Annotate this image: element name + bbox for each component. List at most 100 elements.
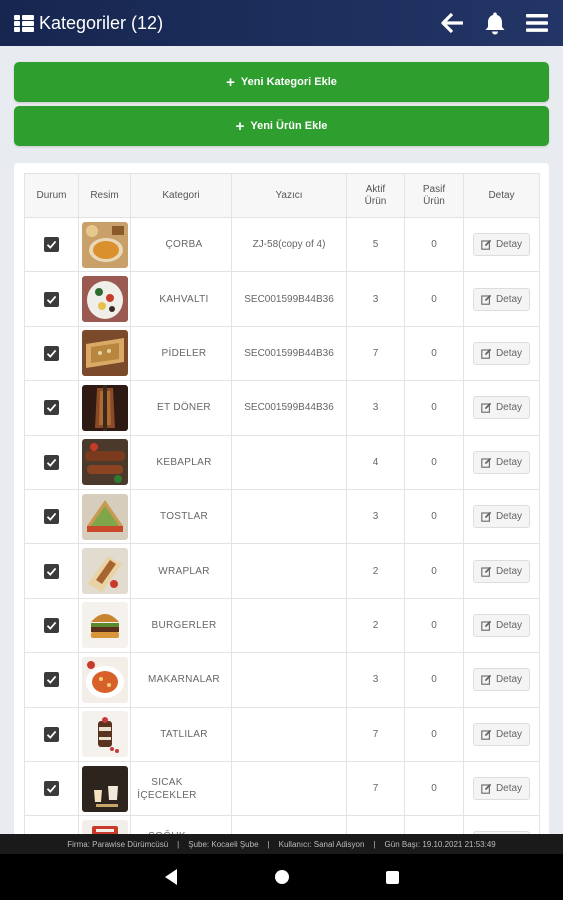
- active-count: 3: [346, 652, 405, 708]
- status-separator: |: [267, 839, 270, 849]
- edit-icon: [481, 294, 492, 305]
- checkmark-icon: [46, 349, 57, 358]
- category-name-label: BURGERLER: [151, 619, 217, 631]
- detail-cell: Detay: [463, 706, 540, 762]
- detail-button-label: Detay: [495, 511, 523, 523]
- status-firma: Firma: Parawise Dürümcüsü: [67, 839, 169, 849]
- new-category-button[interactable]: + Yeni Kategori Ekle: [14, 62, 549, 102]
- nav-home-button[interactable]: [274, 869, 290, 885]
- detail-cell: Detay: [463, 597, 540, 654]
- detail-cell: Detay: [463, 216, 540, 273]
- category-name-label: SICAK İÇECEKLER: [137, 776, 197, 801]
- category-name: PİDELER: [130, 325, 232, 382]
- plus-icon: +: [235, 117, 245, 135]
- status-checkbox[interactable]: [44, 509, 59, 525]
- active-count: 7: [346, 325, 405, 382]
- checkmark-icon: [46, 404, 57, 413]
- category-name: SICAK İÇECEKLER: [130, 760, 232, 817]
- status-checkbox[interactable]: [44, 237, 59, 253]
- status-checkbox[interactable]: [44, 345, 59, 361]
- detail-button[interactable]: Detay: [472, 450, 531, 474]
- detail-button[interactable]: Detay: [472, 668, 531, 692]
- table-row: MAKARNALAR 3 0 Detay: [24, 652, 540, 708]
- active-count: 7: [346, 706, 405, 762]
- dessert-thumbnail: [81, 711, 128, 758]
- column-header[interactable]: Pasif Ürün: [404, 173, 464, 218]
- square-recents-icon: [386, 870, 399, 884]
- column-header[interactable]: Aktif Ürün: [346, 173, 405, 218]
- nav-back-button[interactable]: [163, 868, 179, 886]
- detail-button[interactable]: Detay: [472, 396, 531, 420]
- detail-button-label: Detay: [495, 239, 523, 251]
- status-cell: [24, 216, 79, 273]
- status-checkbox[interactable]: [44, 563, 59, 579]
- edit-icon: [481, 348, 492, 359]
- status-checkbox[interactable]: [44, 726, 59, 742]
- column-header-label: Pasif Ürün: [422, 183, 446, 207]
- image-cell: [78, 488, 131, 545]
- detail-cell: Detay: [463, 652, 540, 708]
- detail-button[interactable]: Detay: [472, 287, 531, 311]
- menu-button[interactable]: [525, 11, 549, 35]
- column-header[interactable]: Kategori: [130, 173, 232, 218]
- category-image: [81, 221, 128, 268]
- printer-cell: ZJ-58(copy of 4): [231, 216, 347, 273]
- hotdrink-thumbnail: [81, 765, 128, 812]
- soup-thumbnail: [81, 221, 128, 268]
- category-name: KEBAPLAR: [130, 434, 232, 490]
- table-row: PİDELER SEC001599B44B36 7 0 Detay: [24, 325, 540, 382]
- category-name-label: TOSTLAR: [159, 511, 209, 523]
- column-header[interactable]: Durum: [24, 173, 79, 218]
- notifications-button[interactable]: [483, 11, 507, 35]
- passive-count: 0: [404, 325, 464, 382]
- status-separator: |: [373, 839, 376, 849]
- detail-button[interactable]: Detay: [472, 613, 531, 637]
- status-checkbox[interactable]: [44, 617, 59, 633]
- category-image: [81, 493, 128, 540]
- checkmark-icon: [46, 784, 57, 794]
- status-checkbox[interactable]: [44, 454, 59, 470]
- detail-button[interactable]: Detay: [472, 559, 531, 583]
- edit-icon: [481, 403, 492, 414]
- category-name-label: PİDELER: [161, 347, 207, 359]
- active-count: 3: [346, 380, 405, 436]
- new-product-button[interactable]: + Yeni Ürün Ekle: [14, 106, 549, 146]
- checkmark-icon: [46, 512, 57, 522]
- detail-button[interactable]: Detay: [472, 505, 531, 529]
- detail-button-label: Detay: [495, 456, 523, 468]
- image-cell: [78, 434, 131, 490]
- detail-cell: Detay: [463, 271, 540, 327]
- image-cell: [78, 271, 131, 327]
- category-name: ÇORBA: [130, 216, 232, 273]
- detail-button[interactable]: Detay: [472, 777, 531, 801]
- image-cell: [78, 543, 131, 599]
- edit-icon: [481, 783, 492, 794]
- page-title: Kategoriler (12): [39, 12, 164, 33]
- status-cell: [24, 434, 79, 490]
- printer-cell: [231, 597, 347, 654]
- table-row: TATLILAR 7 0 Detay: [24, 706, 540, 762]
- detail-button[interactable]: Detay: [472, 233, 531, 257]
- image-cell: [78, 706, 131, 762]
- active-count: 3: [346, 271, 405, 327]
- column-header[interactable]: Yazıcı: [231, 173, 347, 218]
- column-header[interactable]: Detay: [463, 173, 540, 218]
- status-checkbox[interactable]: [44, 400, 59, 416]
- status-checkbox[interactable]: [44, 781, 59, 797]
- back-button[interactable]: [441, 11, 465, 35]
- printer-cell: [231, 652, 347, 708]
- column-header[interactable]: Resim: [78, 173, 131, 218]
- status-checkbox[interactable]: [44, 672, 59, 688]
- status-checkbox[interactable]: [44, 291, 59, 307]
- category-name-label: KAHVALTI: [159, 293, 209, 305]
- passive-count: 0: [404, 652, 464, 708]
- detail-button[interactable]: Detay: [472, 722, 531, 746]
- nav-recents-button[interactable]: [385, 870, 400, 885]
- table-row: KAHVALTI SEC001599B44B36 3 0 Detay: [24, 271, 540, 327]
- detail-button-label: Detay: [495, 619, 523, 631]
- detail-cell: Detay: [463, 380, 540, 436]
- edit-icon: [481, 457, 492, 468]
- detail-button[interactable]: Detay: [472, 341, 531, 365]
- category-name-label: ÇORBA: [165, 239, 203, 251]
- kebab-thumbnail: [81, 439, 128, 486]
